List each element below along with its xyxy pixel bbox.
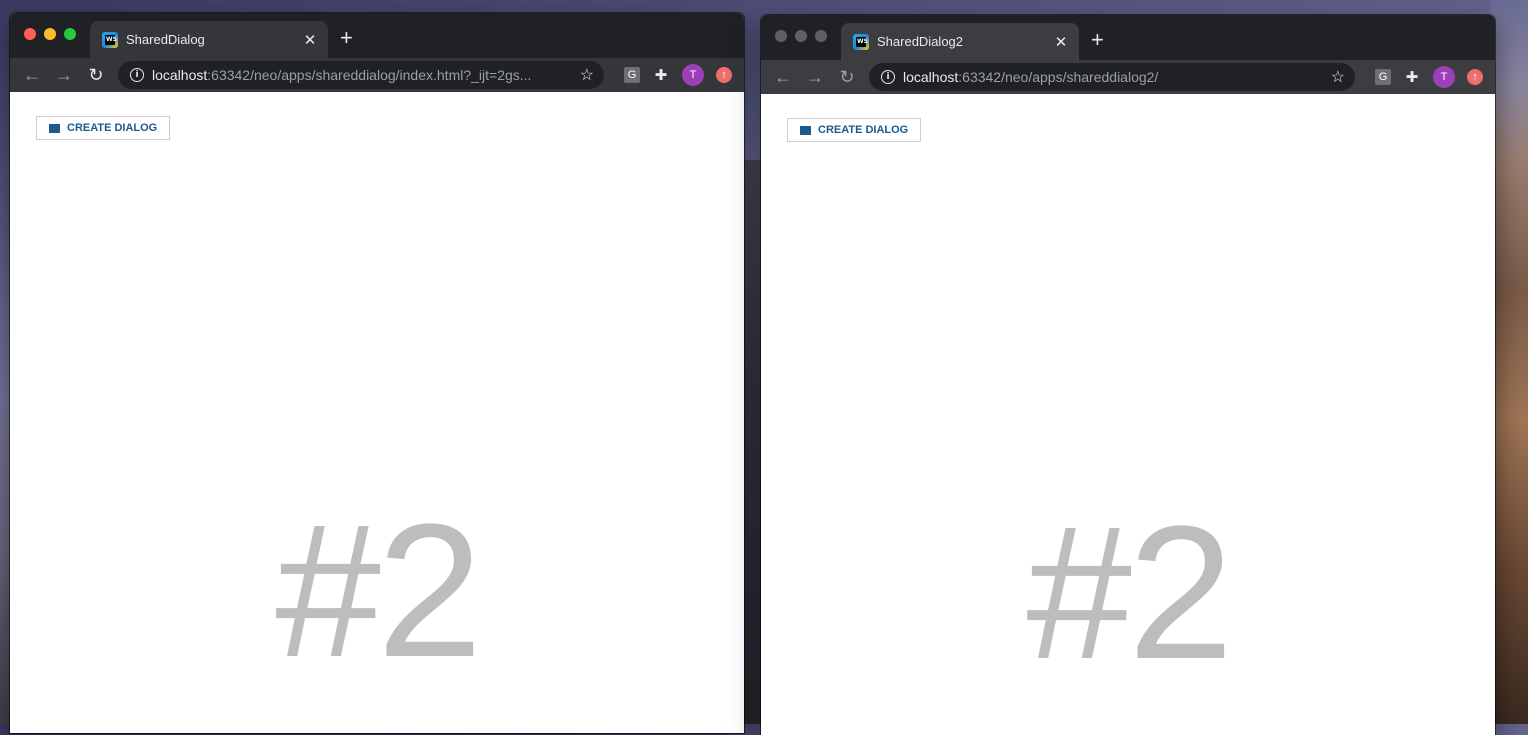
browser-toolbar: ← → ↻ i localhost:63342/neo/apps/sharedd… — [761, 60, 1495, 94]
window-icon — [49, 123, 60, 133]
new-tab-button[interactable]: + — [1091, 27, 1104, 53]
google-translate-extension-icon[interactable]: G — [1375, 69, 1391, 85]
extensions-area: G ✚ T ↑ — [1375, 66, 1483, 88]
tab-shared-dialog[interactable]: WS SharedDialog ✕ — [90, 21, 328, 58]
browser-window-shared-dialog2: WS SharedDialog2 ✕ + ← → ↻ i localhost:6… — [761, 15, 1495, 735]
update-arrow-icon[interactable]: ↑ — [1467, 69, 1483, 85]
create-dialog-button[interactable]: CREATE DIALOG — [36, 116, 171, 140]
bookmark-star-icon[interactable]: ☆ — [1331, 67, 1345, 87]
close-icon[interactable]: ✕ — [1053, 33, 1069, 51]
webstorm-icon: WS — [102, 31, 118, 48]
back-arrow-icon[interactable]: ← — [767, 67, 799, 88]
url-path: :63342/neo/apps/shareddialog/index.html?… — [207, 67, 532, 83]
create-dialog-button[interactable]: CREATE DIALOG — [787, 118, 922, 142]
reload-icon[interactable]: ↻ — [831, 67, 863, 88]
forward-arrow-icon[interactable]: → — [799, 67, 831, 88]
tab-strip: WS SharedDialog2 ✕ + — [761, 15, 1495, 60]
window-number-label: #2 — [1026, 487, 1233, 699]
webstorm-icon: WS — [853, 33, 869, 50]
window-number-label: #2 — [275, 485, 482, 697]
url-path: :63342/neo/apps/shareddialog2/ — [958, 69, 1159, 85]
url-host: localhost — [152, 67, 208, 83]
back-arrow-icon[interactable]: ← — [16, 65, 48, 86]
maximize-window-button[interactable] — [64, 28, 76, 40]
avatar[interactable]: T — [1433, 66, 1455, 88]
window-icon — [800, 125, 811, 135]
url-text[interactable]: localhost:63342/neo/apps/shareddialog/in… — [152, 67, 574, 83]
minimize-window-button[interactable] — [795, 30, 807, 42]
desktop-wallpaper-right — [1490, 0, 1528, 724]
page-content: CREATE DIALOG #2 — [10, 92, 744, 732]
address-bar[interactable]: i localhost:63342/neo/apps/shareddialog2… — [869, 63, 1355, 91]
minimize-window-button[interactable] — [44, 28, 56, 40]
extensions-area: G ✚ T ↑ — [624, 64, 732, 86]
google-translate-extension-icon[interactable]: G — [624, 67, 640, 83]
avatar[interactable]: T — [682, 64, 704, 86]
info-icon[interactable]: i — [130, 68, 144, 82]
browser-window-shared-dialog: WS SharedDialog ✕ + ← → ↻ i localhost:63… — [10, 13, 744, 733]
address-bar[interactable]: i localhost:63342/neo/apps/shareddialog/… — [118, 61, 604, 89]
create-dialog-label: CREATE DIALOG — [818, 124, 909, 136]
close-icon[interactable]: ✕ — [302, 31, 318, 49]
close-window-button[interactable] — [775, 30, 787, 42]
tab-title: SharedDialog — [126, 32, 205, 47]
forward-arrow-icon[interactable]: → — [48, 65, 80, 86]
tab-strip: WS SharedDialog ✕ + — [10, 13, 744, 58]
window-controls — [775, 30, 827, 42]
puzzle-icon[interactable]: ✚ — [652, 66, 670, 84]
close-window-button[interactable] — [24, 28, 36, 40]
url-text[interactable]: localhost:63342/neo/apps/shareddialog2/ — [903, 69, 1325, 85]
puzzle-icon[interactable]: ✚ — [1403, 68, 1421, 86]
tab-shared-dialog2[interactable]: WS SharedDialog2 ✕ — [841, 23, 1079, 60]
info-icon[interactable]: i — [881, 70, 895, 84]
reload-icon[interactable]: ↻ — [80, 65, 112, 86]
update-arrow-icon[interactable]: ↑ — [716, 67, 732, 83]
create-dialog-label: CREATE DIALOG — [67, 122, 158, 134]
tab-title: SharedDialog2 — [877, 34, 964, 49]
maximize-window-button[interactable] — [815, 30, 827, 42]
window-controls — [24, 28, 76, 40]
url-host: localhost — [903, 69, 959, 85]
new-tab-button[interactable]: + — [340, 25, 353, 51]
page-content: CREATE DIALOG #2 — [761, 94, 1495, 734]
bookmark-star-icon[interactable]: ☆ — [580, 65, 594, 85]
browser-toolbar: ← → ↻ i localhost:63342/neo/apps/sharedd… — [10, 58, 744, 92]
